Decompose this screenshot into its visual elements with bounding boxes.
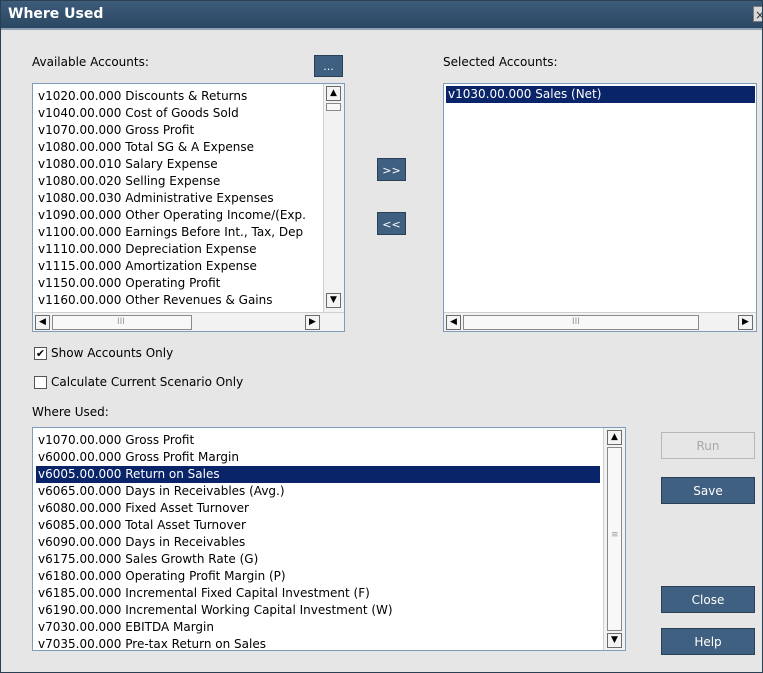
scroll-left-button[interactable]: ◀ [446,315,461,330]
list-item[interactable]: v7030.00.000 EBITDA Margin [36,619,600,636]
list-item[interactable]: v7035.00.000 Pre-tax Return on Sales [36,636,600,650]
calculate-current-scenario-checkbox[interactable] [34,376,47,389]
show-accounts-only-label: Show Accounts Only [51,346,174,360]
list-item[interactable]: v6085.00.000 Total Asset Turnover [36,517,600,534]
close-icon[interactable]: × [753,6,762,22]
selected-accounts-label: Selected Accounts: [443,55,558,69]
scroll-left-button[interactable]: ◀ [35,315,50,330]
list-item[interactable]: v1160.00.000 Other Revenues & Gains [36,292,318,309]
list-item[interactable]: v1070.00.000 Gross Profit [36,122,318,139]
list-item[interactable]: v1110.00.000 Depreciation Expense [36,241,318,258]
list-item[interactable]: v1080.00.030 Administrative Expenses [36,190,318,207]
list-item[interactable]: v1040.00.000 Cost of Goods Sold [36,105,318,122]
available-horizontal-scrollbar[interactable]: ◀ III ▶ [33,312,344,331]
scroll-right-button[interactable]: ▶ [738,315,753,330]
list-item[interactable]: v1100.00.000 Earnings Before Int., Tax, … [36,224,318,241]
selected-accounts-list[interactable]: v1030.00.000 Sales (Net) ◀ III ▶ [443,83,757,332]
scroll-thumb[interactable] [326,103,341,111]
scroll-thumb[interactable]: III [52,315,192,330]
selected-horizontal-scrollbar[interactable]: ◀ III ▶ [444,312,756,331]
available-accounts-list[interactable]: v1020.00.000 Discounts & Returns v1040.00… [32,83,345,332]
scroll-thumb[interactable]: ≡ [607,447,622,631]
list-item[interactable]: v6080.00.000 Fixed Asset Turnover [36,500,600,517]
scroll-grip: III [117,317,125,327]
list-item[interactable]: v1070.00.000 Gross Profit [36,432,600,449]
list-item[interactable]: v6185.00.000 Incremental Fixed Capital I… [36,585,600,602]
available-accounts-label: Available Accounts: [32,55,149,69]
help-button[interactable]: Help [661,628,755,655]
scroll-up-button[interactable]: ▲ [326,86,341,101]
scroll-grip: III [572,317,580,327]
list-item[interactable]: v1080.00.010 Salary Expense [36,156,318,173]
scroll-right-button[interactable]: ▶ [305,315,320,330]
list-item[interactable]: v1115.00.000 Amortization Expense [36,258,318,275]
list-item[interactable]: v6000.00.000 Gross Profit Margin [36,449,600,466]
scroll-down-button[interactable]: ▼ [607,633,622,648]
scroll-thumb[interactable]: III [463,315,699,330]
list-item[interactable]: v1080.00.000 Total SG & A Expense [36,139,318,156]
list-item[interactable]: v1080.00.020 Selling Expense [36,173,318,190]
list-item[interactable]: v6090.00.000 Days in Receivables [36,534,600,551]
where-used-vertical-scrollbar[interactable]: ▲ ≡ ▼ [603,428,625,650]
save-button[interactable]: Save [661,477,755,504]
where-used-list[interactable]: v1070.00.000 Gross Profit v6000.00.000 Gr… [32,427,626,651]
remove-account-button[interactable]: << [377,212,406,235]
browse-button[interactable]: ... [314,55,343,77]
add-account-button[interactable]: >> [377,158,406,181]
run-button[interactable]: Run [661,432,755,459]
dialog-title: Where Used [8,6,104,22]
list-item[interactable]: v6180.00.000 Operating Profit Margin (P) [36,568,600,585]
list-item[interactable]: v6065.00.000 Days in Receivables (Avg.) [36,483,600,500]
list-item[interactable]: v1090.00.000 Other Operating Income/(Exp… [36,207,318,224]
list-item[interactable]: v1030.00.000 Sales (Net) [446,86,755,103]
scroll-grip: ≡ [611,530,619,540]
list-item[interactable]: v1020.00.000 Discounts & Returns [36,88,318,105]
show-accounts-only-checkbox[interactable]: ✔ [34,347,47,360]
where-used-label: Where Used: [32,405,109,419]
list-item[interactable]: v1150.00.000 Operating Profit [36,275,318,292]
title-bar: Where Used × [1,1,762,30]
close-button[interactable]: Close [661,586,755,613]
list-item[interactable]: v6005.00.000 Return on Sales [36,466,600,483]
where-used-dialog: Where Used × Available Accounts: ... v10… [0,0,763,673]
scroll-up-button[interactable]: ▲ [607,430,622,445]
scroll-down-button[interactable]: ▼ [326,293,341,308]
list-item[interactable]: v6190.00.000 Incremental Working Capital… [36,602,600,619]
calculate-current-scenario-label: Calculate Current Scenario Only [51,375,244,389]
list-item[interactable]: v6175.00.000 Sales Growth Rate (G) [36,551,600,568]
available-vertical-scrollbar[interactable]: ▲ ▼ [323,84,344,312]
